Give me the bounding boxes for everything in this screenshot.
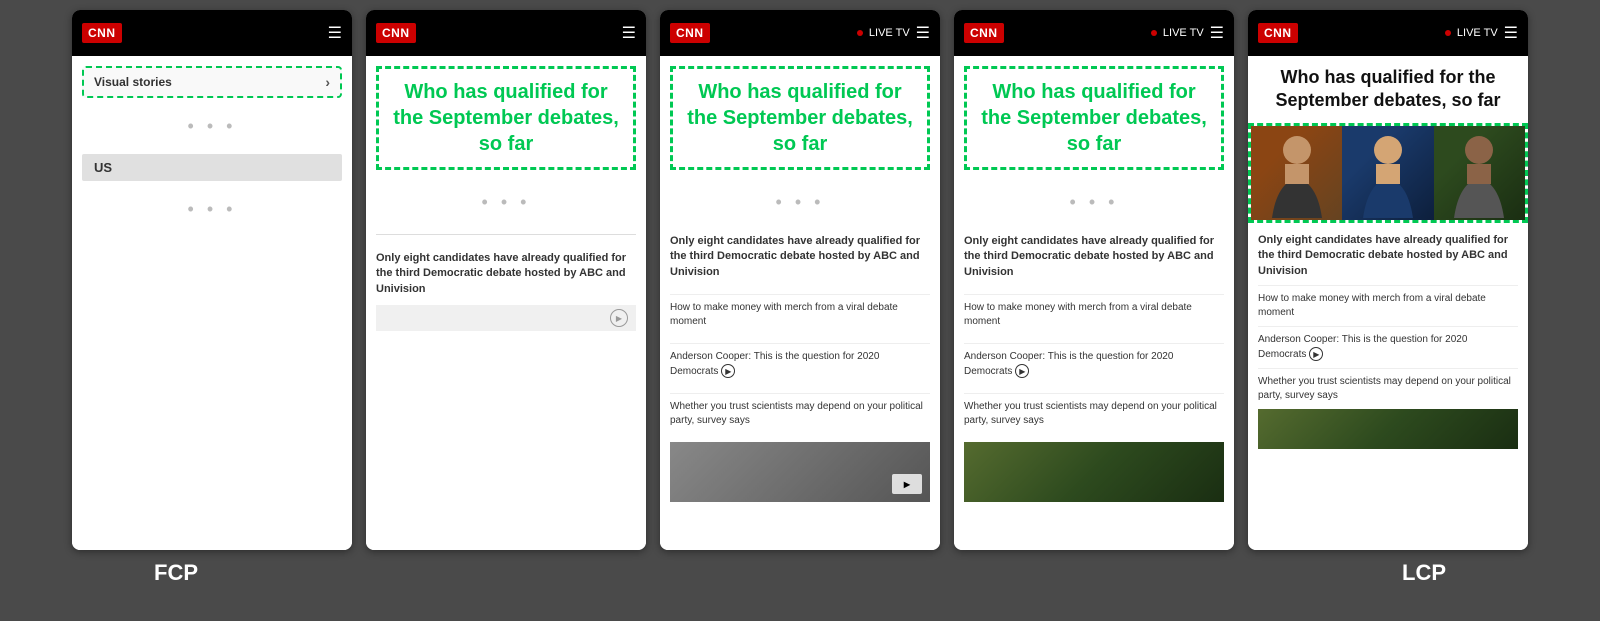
article-body-5: Only eight candidates have already quali… [1248,223,1528,455]
person-panel-kamala [1251,126,1342,220]
article-summary-3: Only eight candidates have already quali… [670,234,930,280]
screenshots-row: CNN ☰ Visual stories › • • • US • • • CN… [20,10,1580,550]
header-right-4: LIVE TV ☰ [1151,23,1224,43]
panel-3: CNN LIVE TV ☰ Who has qualified for the … [660,10,940,550]
panel-2: CNN ☰ Who has qualified for the Septembe… [366,10,646,550]
article-summary-2: Only eight candidates have already quali… [376,251,636,297]
play-icon-4: ▶ [1015,364,1029,378]
person-panel-booker [1434,126,1525,220]
live-label-5: LIVE TV [1457,27,1498,39]
visual-stories-bar[interactable]: Visual stories › [82,66,342,98]
cnn-logo-1: CNN [82,23,122,43]
play-button-2[interactable]: ▶ [610,309,628,327]
spacer [332,560,1268,586]
cnn-header-2: CNN ☰ [366,10,646,56]
loading-dots-p4: • • • [964,182,1224,222]
loading-dots-p2: • • • [376,182,636,222]
headline-text-5: Who has qualified for the September deba… [1258,66,1518,113]
hamburger-menu-5[interactable]: ☰ [1504,23,1518,43]
phone-body-4: Who has qualified for the September deba… [954,56,1234,550]
hamburger-menu-3[interactable]: ☰ [916,23,930,43]
cnn-header-1: CNN ☰ [72,10,352,56]
phone-body-5: Who has qualified for the September deba… [1248,56,1528,550]
cnn-logo-5: CNN [1258,23,1298,43]
cnn-logo-3: CNN [670,23,710,43]
live-dot-5 [1445,30,1451,36]
live-dot-3 [857,30,863,36]
person-silhouette-2 [1358,128,1418,218]
article-summary-5: Only eight candidates have already quali… [1258,233,1518,279]
panel-5-lcp: CNN LIVE TV ☰ Who has qualified for the … [1248,10,1528,550]
article-link-4-2[interactable]: Anderson Cooper: This is the question fo… [964,343,1224,379]
loading-dots-p3: • • • [670,182,930,222]
person-silhouette-3 [1449,128,1509,218]
article-summary-4: Only eight candidates have already quali… [964,234,1224,280]
person-panel-biden [1342,126,1433,220]
article-link-5-1[interactable]: How to make money with merch from a vira… [1258,285,1518,320]
article-link-5-3[interactable]: Whether you trust scientists may depend … [1258,368,1518,403]
headline-box-3: Who has qualified for the September deba… [670,66,930,170]
headline-text-4: Who has qualified for the September deba… [977,79,1211,157]
article-link-4-1[interactable]: How to make money with merch from a vira… [964,294,1224,329]
video-thumbnail-3: ▶ [670,442,930,502]
article-link-5-2[interactable]: Anderson Cooper: This is the question fo… [1258,326,1518,362]
header-right-5: LIVE TV ☰ [1445,23,1518,43]
cnn-logo-2: CNN [376,23,416,43]
video-bar-2: ▶ [376,305,636,331]
panel-4: CNN LIVE TV ☰ Who has qualified for the … [954,10,1234,550]
phone-body-1: Visual stories › • • • US • • • [72,56,352,550]
play-icon-5: ▶ [1309,347,1323,361]
divider-p2 [376,234,636,235]
play-icon-3: ▶ [721,364,735,378]
hamburger-menu-1[interactable]: ☰ [328,23,342,43]
fcp-label: FCP [154,560,198,585]
panel-1-fcp: CNN ☰ Visual stories › • • • US • • • [72,10,352,550]
video-thumbnail-4 [964,442,1224,502]
phone-body-2: Who has qualified for the September deba… [366,56,646,550]
person-silhouette-1 [1267,128,1327,218]
debate-image [1248,123,1528,223]
live-label-4: LIVE TV [1163,27,1204,39]
headline-text-3: Who has qualified for the September deba… [683,79,917,157]
live-dot-4 [1151,30,1157,36]
header-right-3: LIVE TV ☰ [857,23,930,43]
labels-container: FCP LCP [20,560,1580,586]
loading-dots-1: • • • [82,106,342,146]
headline-text-2: Who has qualified for the September deba… [389,79,623,157]
headline-box-4: Who has qualified for the September deba… [964,66,1224,170]
hamburger-menu-4[interactable]: ☰ [1210,23,1224,43]
cnn-logo-4: CNN [964,23,1004,43]
cnn-header-5: CNN LIVE TV ☰ [1248,10,1528,56]
article-link-4-3[interactable]: Whether you trust scientists may depend … [964,393,1224,428]
article-link-3-1[interactable]: How to make money with merch from a vira… [670,294,930,329]
us-tag: US [82,154,342,181]
live-label-3: LIVE TV [869,27,910,39]
loading-dots-2: • • • [82,189,342,229]
lcp-label: LCP [1402,560,1446,585]
hamburger-menu-2[interactable]: ☰ [622,23,636,43]
lcp-label-container: LCP [1268,560,1580,586]
article-link-3-2[interactable]: Anderson Cooper: This is the question fo… [670,343,930,379]
headline-container-5: Who has qualified for the September deba… [1248,56,1528,123]
fcp-label-container: FCP [20,560,332,586]
cnn-header-3: CNN LIVE TV ☰ [660,10,940,56]
cnn-header-4: CNN LIVE TV ☰ [954,10,1234,56]
video-thumbnail-5 [1258,409,1518,449]
video-overlay-3: ▶ [892,474,922,494]
headline-box-2: Who has qualified for the September deba… [376,66,636,170]
phone-body-3: Who has qualified for the September deba… [660,56,940,550]
visual-stories-label: Visual stories [94,75,172,89]
article-link-3-3[interactable]: Whether you trust scientists may depend … [670,393,930,428]
chevron-right-icon: › [325,74,330,90]
